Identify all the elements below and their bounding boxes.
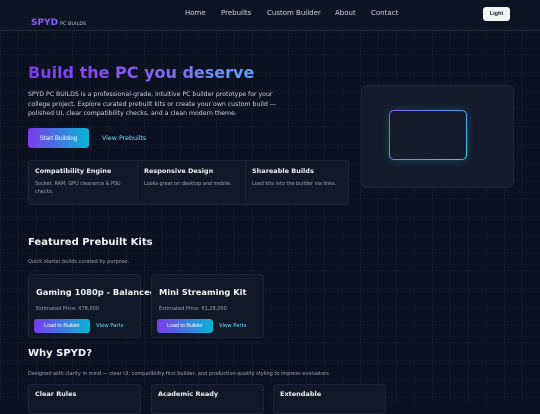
- brand-name: SPYD: [31, 18, 59, 28]
- feature-text: Load kits into the builder via links.: [252, 181, 337, 187]
- why-card: Academic Ready: [151, 384, 264, 414]
- why-card-title: Extendable: [280, 390, 322, 398]
- load-to-builder-button[interactable]: Load to Builder: [34, 319, 90, 333]
- preview-frame: [389, 110, 467, 160]
- nav-contact[interactable]: Contact: [371, 9, 398, 17]
- why-subtitle: Designed with clarity in mind — clear UI…: [28, 371, 331, 377]
- why-card-title: Academic Ready: [158, 390, 219, 398]
- top-navbar: SPYD PC BUILDS Home Prebuilts Custom Buil…: [0, 0, 540, 31]
- brand-tagline: PC BUILDS: [60, 22, 87, 27]
- featured-kits-subtitle: Quick starter builds curated by purpose.: [28, 259, 130, 265]
- feature-title: Compatibility Engine: [35, 167, 112, 175]
- feature-card: Responsive Design Looks great on desktop…: [137, 160, 249, 205]
- view-parts-button[interactable]: View Parts: [219, 319, 246, 333]
- why-card: Clear Rules: [28, 384, 141, 414]
- hero-description: SPYD PC BUILDS is a professional-grade, …: [28, 91, 276, 117]
- why-title: Why SPYD?: [28, 348, 93, 359]
- hero-title: Build the PC you deserve: [28, 63, 255, 82]
- why-card: Extendable: [273, 384, 386, 414]
- feature-title: Shareable Builds: [252, 167, 314, 175]
- nav-prebuilts[interactable]: Prebuilts: [221, 9, 251, 17]
- feature-text: Looks great on desktop and mobile.: [144, 181, 232, 187]
- view-prebuilts-button[interactable]: View Prebuilts: [102, 128, 146, 148]
- why-card-title: Clear Rules: [35, 390, 77, 398]
- kit-name: Mini Streaming Kit: [159, 287, 247, 297]
- nav-custom-builder[interactable]: Custom Builder: [267, 9, 321, 17]
- theme-toggle-button[interactable]: Light: [483, 7, 510, 21]
- load-to-builder-button[interactable]: Load to Builder: [157, 319, 213, 333]
- featured-kits-title: Featured Prebuilt Kits: [28, 237, 153, 248]
- feature-text: Socket, RAM, GPU clearance & PSU checks.: [35, 181, 121, 195]
- kit-name: Gaming 1080p - Balanced: [36, 287, 156, 297]
- feature-card: Compatibility Engine Socket, RAM, GPU cl…: [28, 160, 140, 205]
- kit-card: Mini Streaming Kit Estimated Price: ₹1,2…: [151, 274, 264, 338]
- feature-card: Shareable Builds Load kits into the buil…: [245, 160, 349, 205]
- kit-price: Estimated Price: ₹78,000: [36, 306, 99, 312]
- view-parts-button[interactable]: View Parts: [96, 319, 123, 333]
- kit-price: Estimated Price: ₹1,28,000: [159, 306, 227, 312]
- brand-logo[interactable]: SPYD PC BUILDS: [31, 10, 86, 29]
- feature-title: Responsive Design: [144, 167, 214, 175]
- start-building-button[interactable]: Start Building: [28, 128, 89, 148]
- nav-home[interactable]: Home: [185, 9, 206, 17]
- kit-card: Gaming 1080p - Balanced Estimated Price:…: [28, 274, 156, 338]
- nav-about[interactable]: About: [335, 9, 356, 17]
